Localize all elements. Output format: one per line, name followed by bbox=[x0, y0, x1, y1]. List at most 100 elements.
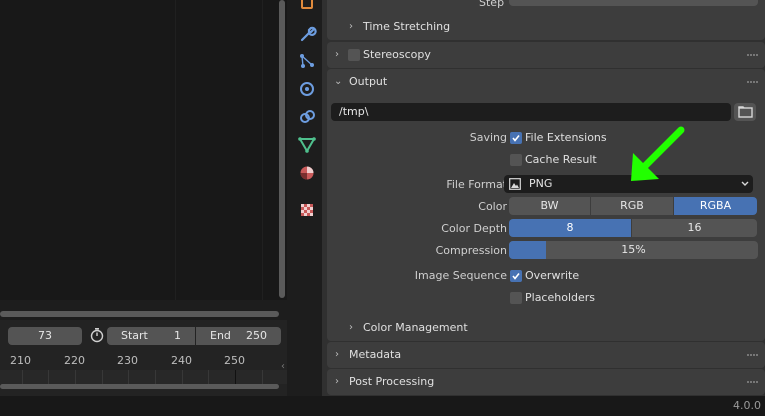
color-depth-16-button[interactable]: 16 bbox=[632, 219, 757, 237]
start-label: Start bbox=[121, 329, 148, 342]
image-sequence-row: Image Sequence Overwrite bbox=[327, 266, 765, 286]
overwrite-label[interactable]: Overwrite bbox=[525, 269, 579, 282]
blender-window: 73 Start 1 End 250 210 220 230 240 250 ‹… bbox=[0, 0, 765, 416]
output-title: Output bbox=[349, 75, 388, 88]
drag-handle-icon[interactable] bbox=[747, 381, 759, 384]
placeholders-row: Placeholders bbox=[327, 288, 765, 308]
folder-button[interactable] bbox=[734, 103, 756, 121]
tab-physics[interactable] bbox=[296, 78, 318, 100]
tab-output[interactable] bbox=[296, 0, 318, 16]
timeline-header: 73 Start 1 End 250 bbox=[0, 325, 287, 347]
file-extensions-checkbox[interactable] bbox=[510, 132, 522, 144]
color-depth-8-button[interactable]: 8 bbox=[509, 219, 631, 237]
output-path-input[interactable]: /tmp\ bbox=[331, 103, 731, 121]
timeline-scrollbar[interactable] bbox=[0, 384, 279, 389]
tab-particles[interactable] bbox=[296, 50, 318, 72]
compression-label: Compression bbox=[435, 244, 507, 257]
start-frame-field[interactable]: Start 1 bbox=[107, 327, 195, 345]
color-label: Color bbox=[478, 200, 507, 213]
drag-handle-icon[interactable] bbox=[747, 54, 759, 57]
post-processing-header[interactable]: › Post Processing bbox=[327, 369, 765, 395]
tick-label: 220 bbox=[64, 354, 85, 367]
drag-handle-icon[interactable] bbox=[747, 354, 759, 357]
chevron-right-icon: › bbox=[349, 21, 353, 32]
cache-result-checkbox[interactable] bbox=[510, 154, 522, 166]
viewport[interactable] bbox=[0, 0, 287, 317]
placeholders-checkbox[interactable] bbox=[510, 292, 522, 304]
time-stretching-subpanel[interactable]: › Time Stretching bbox=[327, 14, 765, 40]
tab-modifiers[interactable] bbox=[296, 23, 318, 45]
color-depth-label: Color Depth bbox=[441, 222, 507, 235]
grid-line bbox=[208, 370, 209, 384]
stereoscopy-checkbox[interactable] bbox=[348, 49, 360, 61]
post-processing-panel[interactable]: › Post Processing bbox=[327, 369, 765, 395]
drag-handle-icon[interactable] bbox=[747, 81, 759, 84]
particles-icon bbox=[300, 54, 314, 68]
stereoscopy-panel[interactable]: › Stereoscopy bbox=[327, 42, 765, 68]
stereoscopy-header[interactable]: › Stereoscopy bbox=[327, 42, 765, 68]
properties-editor: Step › Time Stretching › Stereoscopy ⌄ O… bbox=[322, 0, 765, 396]
file-format-value: PNG bbox=[529, 177, 553, 190]
tick-label: 250 bbox=[224, 354, 245, 367]
chevron-right-icon: › bbox=[335, 376, 339, 387]
grid-line bbox=[175, 0, 176, 300]
output-icon bbox=[301, 0, 313, 9]
grid-line bbox=[262, 0, 263, 300]
placeholders-label[interactable]: Placeholders bbox=[525, 291, 595, 304]
grid-line bbox=[22, 370, 23, 384]
color-rgb-button[interactable]: RGB bbox=[591, 197, 673, 215]
chevron-right-icon: › bbox=[335, 49, 339, 60]
color-management-title: Color Management bbox=[363, 321, 468, 334]
current-frame-value: 73 bbox=[38, 329, 52, 342]
saving-label: Saving bbox=[469, 131, 507, 144]
end-frame-field[interactable]: End 250 bbox=[196, 327, 281, 345]
timeline-ruler[interactable]: 210 220 230 240 250 bbox=[0, 352, 287, 370]
grid-line bbox=[48, 370, 49, 384]
chevron-down-icon bbox=[741, 181, 749, 186]
cache-result-label[interactable]: Cache Result bbox=[525, 153, 597, 166]
texture-icon bbox=[301, 204, 313, 216]
metadata-header[interactable]: › Metadata bbox=[327, 342, 765, 368]
end-label: End bbox=[210, 329, 231, 342]
file-format-label: File Format bbox=[446, 178, 507, 191]
grid-line bbox=[75, 370, 76, 384]
stopwatch-icon[interactable] bbox=[88, 327, 106, 345]
current-frame-field[interactable]: 73 bbox=[8, 327, 82, 345]
tab-constraints[interactable] bbox=[296, 106, 318, 128]
viewport-vertical-scrollbar[interactable] bbox=[279, 0, 285, 298]
tick-label: 230 bbox=[117, 354, 138, 367]
file-extensions-label[interactable]: File Extensions bbox=[525, 131, 607, 144]
grid-line bbox=[262, 370, 263, 384]
material-icon bbox=[300, 166, 314, 180]
physics-icon bbox=[300, 82, 314, 96]
timeline-track[interactable] bbox=[0, 370, 287, 384]
chevron-right-icon: › bbox=[349, 322, 353, 333]
grid-line bbox=[182, 370, 183, 384]
folder-icon bbox=[738, 106, 753, 118]
compression-slider[interactable]: 15% bbox=[509, 241, 758, 259]
viewport-horizontal-scrollbar[interactable] bbox=[0, 311, 279, 317]
saving-row: Saving File Extensions bbox=[327, 128, 765, 148]
color-bw-button[interactable]: BW bbox=[509, 197, 590, 215]
tab-data[interactable] bbox=[296, 134, 318, 156]
version-label: 4.0.0 bbox=[733, 399, 761, 412]
start-value: 1 bbox=[174, 329, 181, 342]
image-icon bbox=[509, 178, 521, 190]
tab-texture[interactable] bbox=[296, 199, 318, 221]
overwrite-checkbox[interactable] bbox=[510, 270, 522, 282]
grid-line bbox=[102, 370, 103, 384]
color-management-subpanel[interactable]: › Color Management bbox=[327, 315, 765, 341]
output-header[interactable]: ⌄ Output bbox=[327, 69, 765, 95]
metadata-panel[interactable]: › Metadata bbox=[327, 342, 765, 368]
chevron-down-icon: ⌄ bbox=[334, 76, 343, 87]
color-rgba-button[interactable]: RGBA bbox=[674, 197, 757, 215]
step-field[interactable] bbox=[509, 0, 758, 6]
cache-result-row: Cache Result bbox=[327, 150, 765, 170]
status-bar: 4.0.0 bbox=[0, 396, 765, 416]
step-label: Step bbox=[479, 0, 505, 9]
chevron-left-icon[interactable]: ‹ bbox=[281, 361, 285, 372]
tick-label: 210 bbox=[10, 354, 31, 367]
metadata-title: Metadata bbox=[349, 348, 402, 361]
properties-tabs bbox=[292, 0, 320, 226]
tab-material[interactable] bbox=[296, 162, 318, 184]
